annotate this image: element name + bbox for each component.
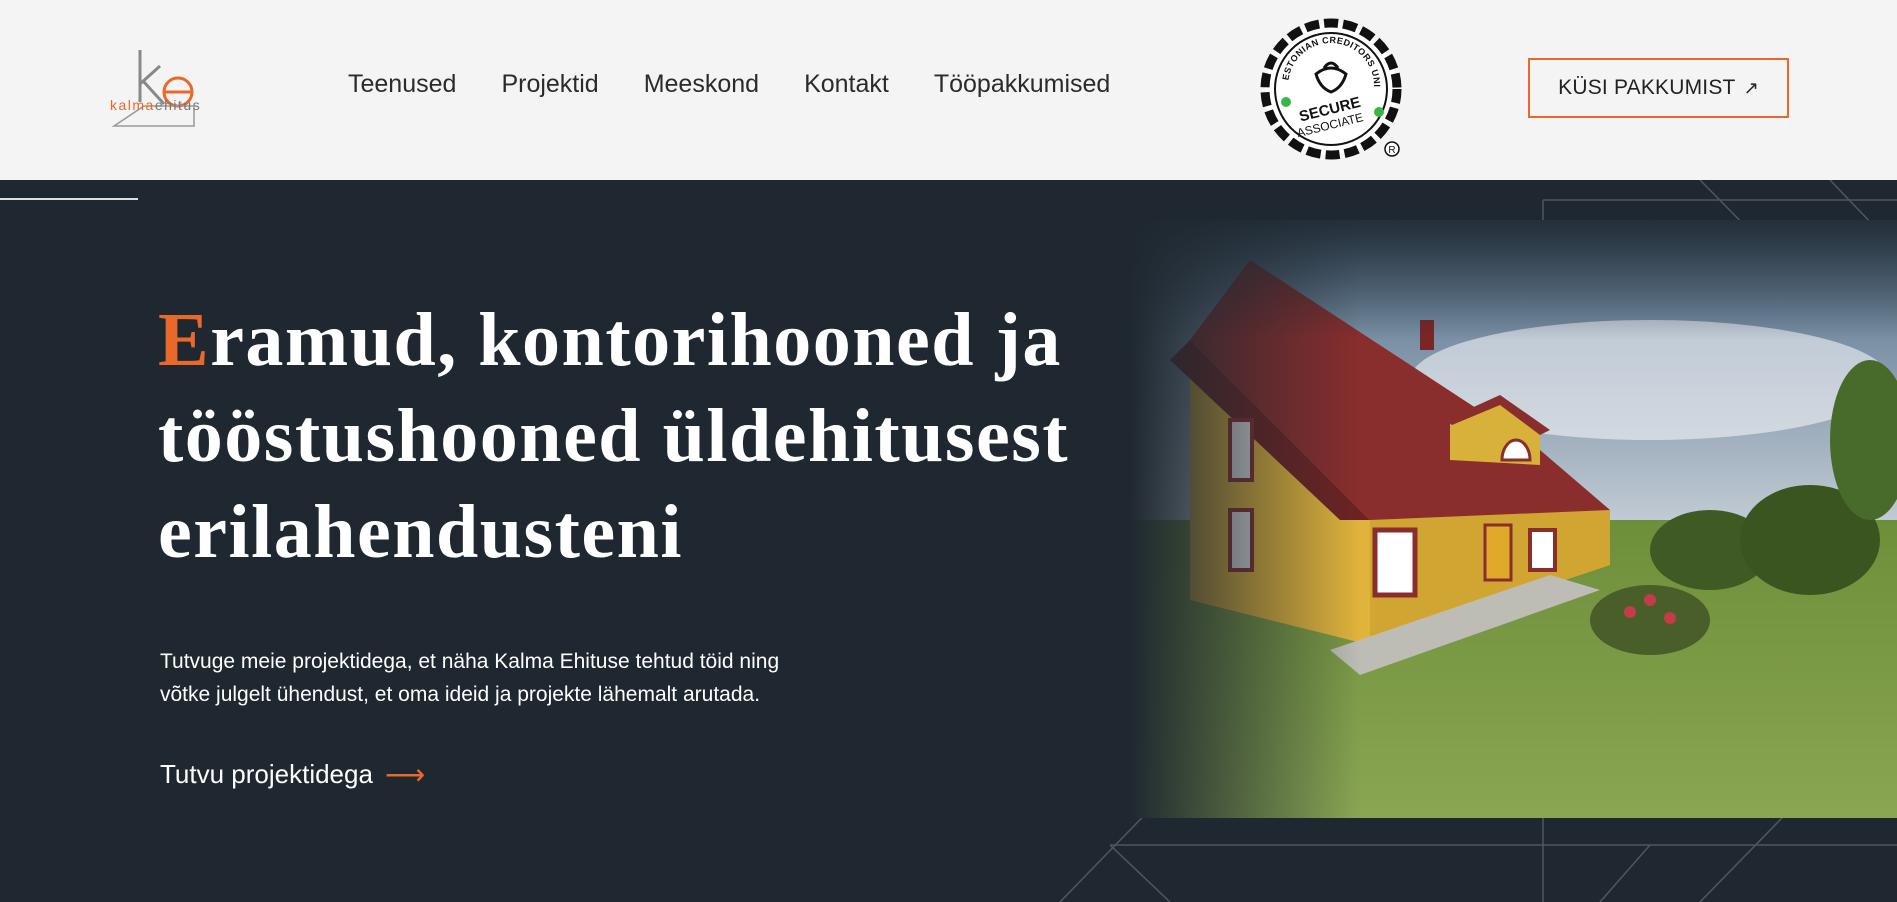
yellow-house-image: [1130, 220, 1897, 818]
lead-line-2: võtke julgelt ühendust, et oma ideid ja …: [160, 683, 761, 706]
nav-item-teenused[interactable]: Teenused: [348, 70, 456, 99]
hero-lead-text: Tutvuge meie projektidega, et näha Kalma…: [160, 645, 920, 711]
arrow-right-icon: ⟶: [384, 759, 426, 790]
view-projects-label: Tutvu projektidega: [160, 759, 373, 789]
arrow-up-right-icon: ↗: [1743, 77, 1759, 98]
nav-item-toopakkumised[interactable]: Tööpakkumised: [934, 70, 1110, 99]
headline-line-2: tööstushooned üldehitusest: [158, 394, 1070, 478]
house-photo: [1130, 220, 1897, 818]
headline-line-3: erilahendusteni: [158, 490, 683, 574]
nav-item-kontakt[interactable]: Kontakt: [804, 70, 889, 99]
nav-item-meeskond[interactable]: Meeskond: [644, 70, 759, 99]
main-nav: Teenused Projektid Meeskond Kontakt Tööp…: [348, 70, 1155, 99]
ask-offer-label: KÜSI PAKKUMIST: [1558, 76, 1736, 99]
headline-line-1: ramud, kontorihooned ja: [210, 298, 1062, 382]
nav-item-projektid[interactable]: Projektid: [501, 70, 598, 99]
logo-mark-icon: [111, 50, 195, 127]
hero-section: Eramud, kontorihooned ja tööstushooned ü…: [0, 180, 1897, 902]
hero-headline: Eramud, kontorihooned ja tööstushooned ü…: [158, 292, 1118, 580]
kalma-ehitus-logo[interactable]: kalmaehitus: [104, 44, 234, 130]
svg-text:R: R: [1388, 145, 1395, 156]
secure-associate-seal-icon: ESTONIAN CREDITORS UNION SECURE ASSOCIAT…: [1254, 8, 1402, 160]
site-header: kalmaehitus Teenused Projektid Meeskond …: [0, 0, 1897, 180]
view-projects-link[interactable]: Tutvu projektidega ⟶: [160, 758, 425, 791]
lead-line-1: Tutvuge meie projektidega, et näha Kalma…: [160, 650, 780, 673]
secure-associate-badge[interactable]: ESTONIAN CREDITORS UNION SECURE ASSOCIAT…: [1254, 8, 1404, 162]
headline-initial: E: [158, 298, 211, 382]
logo-wordmark: kalmaehitus: [110, 97, 201, 113]
logo-text-ehitus: ehitus: [154, 97, 202, 113]
ask-offer-button[interactable]: KÜSI PAKKUMIST ↗: [1528, 58, 1789, 118]
logo-text-kalma: kalma: [110, 97, 155, 113]
